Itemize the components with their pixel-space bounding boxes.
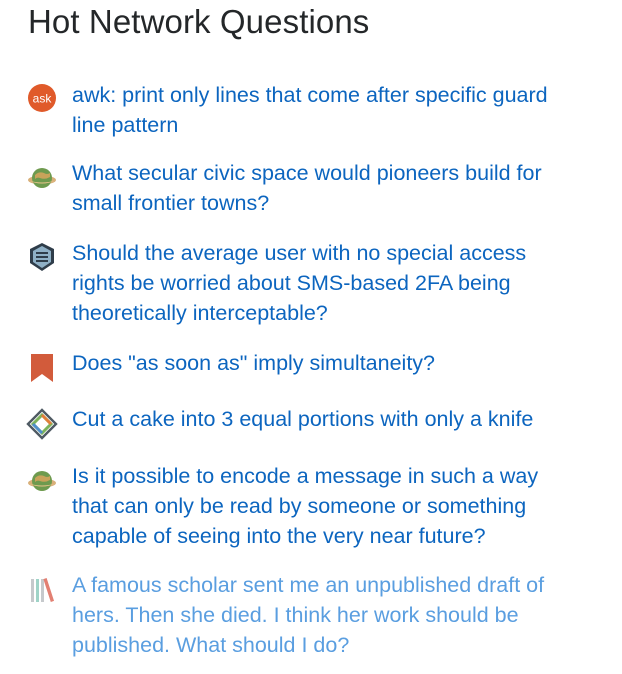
security-shield-icon bbox=[26, 241, 58, 273]
question-link[interactable]: Is it possible to encode a message in su… bbox=[72, 461, 612, 551]
question-link[interactable]: awk: print only lines that come after sp… bbox=[72, 80, 612, 140]
worldbuilding-planet-icon bbox=[26, 465, 58, 497]
question-link[interactable]: What secular civic space would pioneers … bbox=[72, 158, 612, 218]
question-link[interactable]: Does "as soon as" imply simultaneity? bbox=[72, 348, 612, 378]
question-link[interactable]: A famous scholar sent me an unpublished … bbox=[72, 570, 612, 660]
panel-heading: Hot Network Questions bbox=[28, 3, 370, 40]
worldbuilding-planet-icon bbox=[26, 162, 58, 194]
question-link[interactable]: Cut a cake into 3 equal portions with on… bbox=[72, 404, 612, 434]
svg-text:ask: ask bbox=[33, 92, 53, 106]
english-bookmark-icon bbox=[26, 352, 58, 384]
ask-ubuntu-icon: ask bbox=[26, 82, 58, 114]
academia-books-icon bbox=[26, 574, 58, 606]
question-link[interactable]: Should the average user with no special … bbox=[72, 238, 612, 328]
hot-network-questions-panel: Hot Network Questions ask awk: print onl… bbox=[0, 0, 622, 674]
puzzling-icon bbox=[26, 408, 58, 440]
